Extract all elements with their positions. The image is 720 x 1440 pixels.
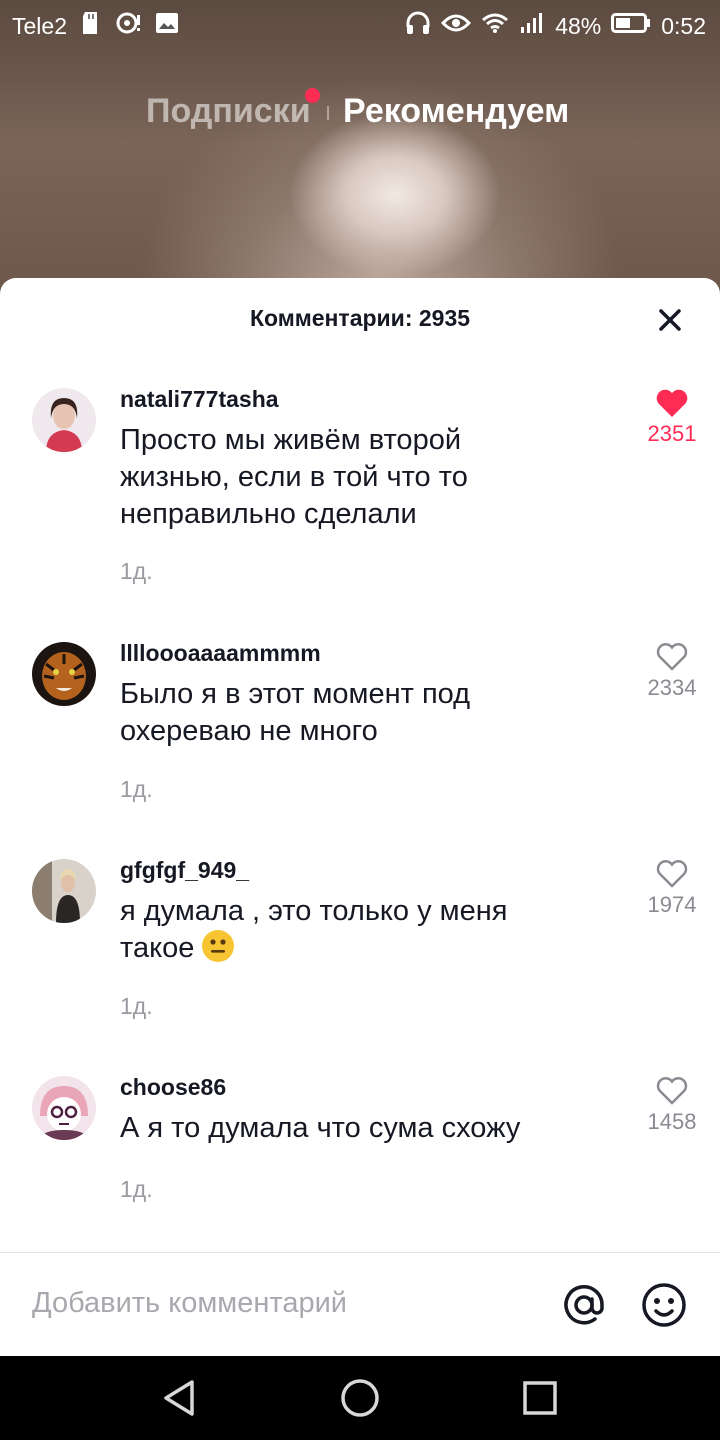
carrier-label: Tele2 — [12, 12, 67, 39]
like-count: 1974 — [647, 892, 697, 917]
comment-text: Просто мы живём второй жизнью, если в то… — [120, 424, 468, 530]
recents-button[interactable] — [518, 1376, 562, 1420]
sd-card-icon — [81, 11, 101, 41]
comments-title: Комментарии: 2935 — [249, 305, 471, 331]
comment-text-content: я думала , это только у меня такое — [120, 895, 508, 964]
image-icon — [155, 12, 179, 40]
tab-for-you[interactable]: Рекомендуем — [343, 92, 569, 131]
comment-text: А я то думала что сума схожу — [120, 1112, 521, 1144]
comment-input[interactable]: Добавить комментарий — [32, 1287, 347, 1320]
neutral-face-emoji — [202, 930, 235, 962]
headphones-icon — [405, 11, 431, 41]
comment-time: 1д. — [120, 558, 153, 584]
comment-time: 1д. — [120, 776, 153, 802]
recents-square-icon — [523, 1381, 557, 1415]
like-button[interactable]: 1458 — [636, 1076, 708, 1135]
system-nav-bar — [0, 1356, 720, 1440]
heart-filled-icon — [656, 389, 688, 417]
wifi-icon — [481, 12, 509, 40]
back-button[interactable] — [158, 1376, 202, 1420]
like-count: 2351 — [647, 421, 697, 446]
tab-divider — [327, 106, 329, 120]
comments-sheet: Комментарии: 2935 natali777tasha Просто … — [0, 278, 720, 1356]
like-count: 1458 — [647, 1109, 697, 1134]
like-button[interactable]: 2351 — [636, 388, 708, 447]
emoji-button[interactable] — [640, 1281, 688, 1329]
comment-time: 1д. — [120, 993, 153, 1019]
home-button[interactable] — [338, 1376, 382, 1420]
battery-percent: 48% — [555, 12, 602, 39]
avatar[interactable] — [32, 388, 96, 452]
clock: 0:52 — [661, 12, 706, 39]
mention-button[interactable] — [560, 1281, 608, 1329]
tab-following[interactable]: Подписки — [146, 92, 311, 131]
comment-text: я думала , это только у меня такое — [120, 893, 540, 967]
close-icon — [659, 309, 681, 331]
comment-username[interactable]: lllloooaaaammmm — [120, 640, 321, 667]
avatar[interactable] — [32, 859, 96, 923]
avatar[interactable] — [32, 1076, 96, 1140]
back-triangle-icon — [164, 1380, 194, 1416]
heart-outline-icon — [656, 1077, 688, 1105]
like-button[interactable]: 1974 — [636, 859, 708, 918]
comment-time: 1д. — [120, 1176, 153, 1202]
smiley-icon — [642, 1283, 686, 1327]
eye-icon — [441, 12, 472, 40]
like-button[interactable]: 2334 — [636, 642, 708, 701]
close-button[interactable] — [656, 306, 684, 334]
avatar[interactable] — [32, 642, 96, 706]
hotspot-icon — [115, 11, 141, 41]
status-bar: Tele2 48% 0:52 — [0, 0, 720, 50]
comment-input-bar: Добавить комментарий — [0, 1252, 720, 1357]
comment-username[interactable]: gfgfgf_949_ — [120, 857, 249, 884]
signal-icon — [519, 12, 545, 40]
heart-outline-icon — [656, 643, 688, 671]
comment-username[interactable]: choose86 — [120, 1074, 226, 1101]
comment-text: Было я в этот момент под охереваю не мно… — [120, 678, 471, 747]
like-count: 2334 — [647, 675, 697, 700]
notification-dot — [305, 88, 320, 103]
heart-outline-icon — [656, 860, 688, 888]
home-circle-icon — [341, 1379, 379, 1417]
battery-icon — [611, 12, 651, 40]
at-sign-icon — [564, 1285, 604, 1325]
comment-username[interactable]: natali777tasha — [120, 386, 279, 413]
